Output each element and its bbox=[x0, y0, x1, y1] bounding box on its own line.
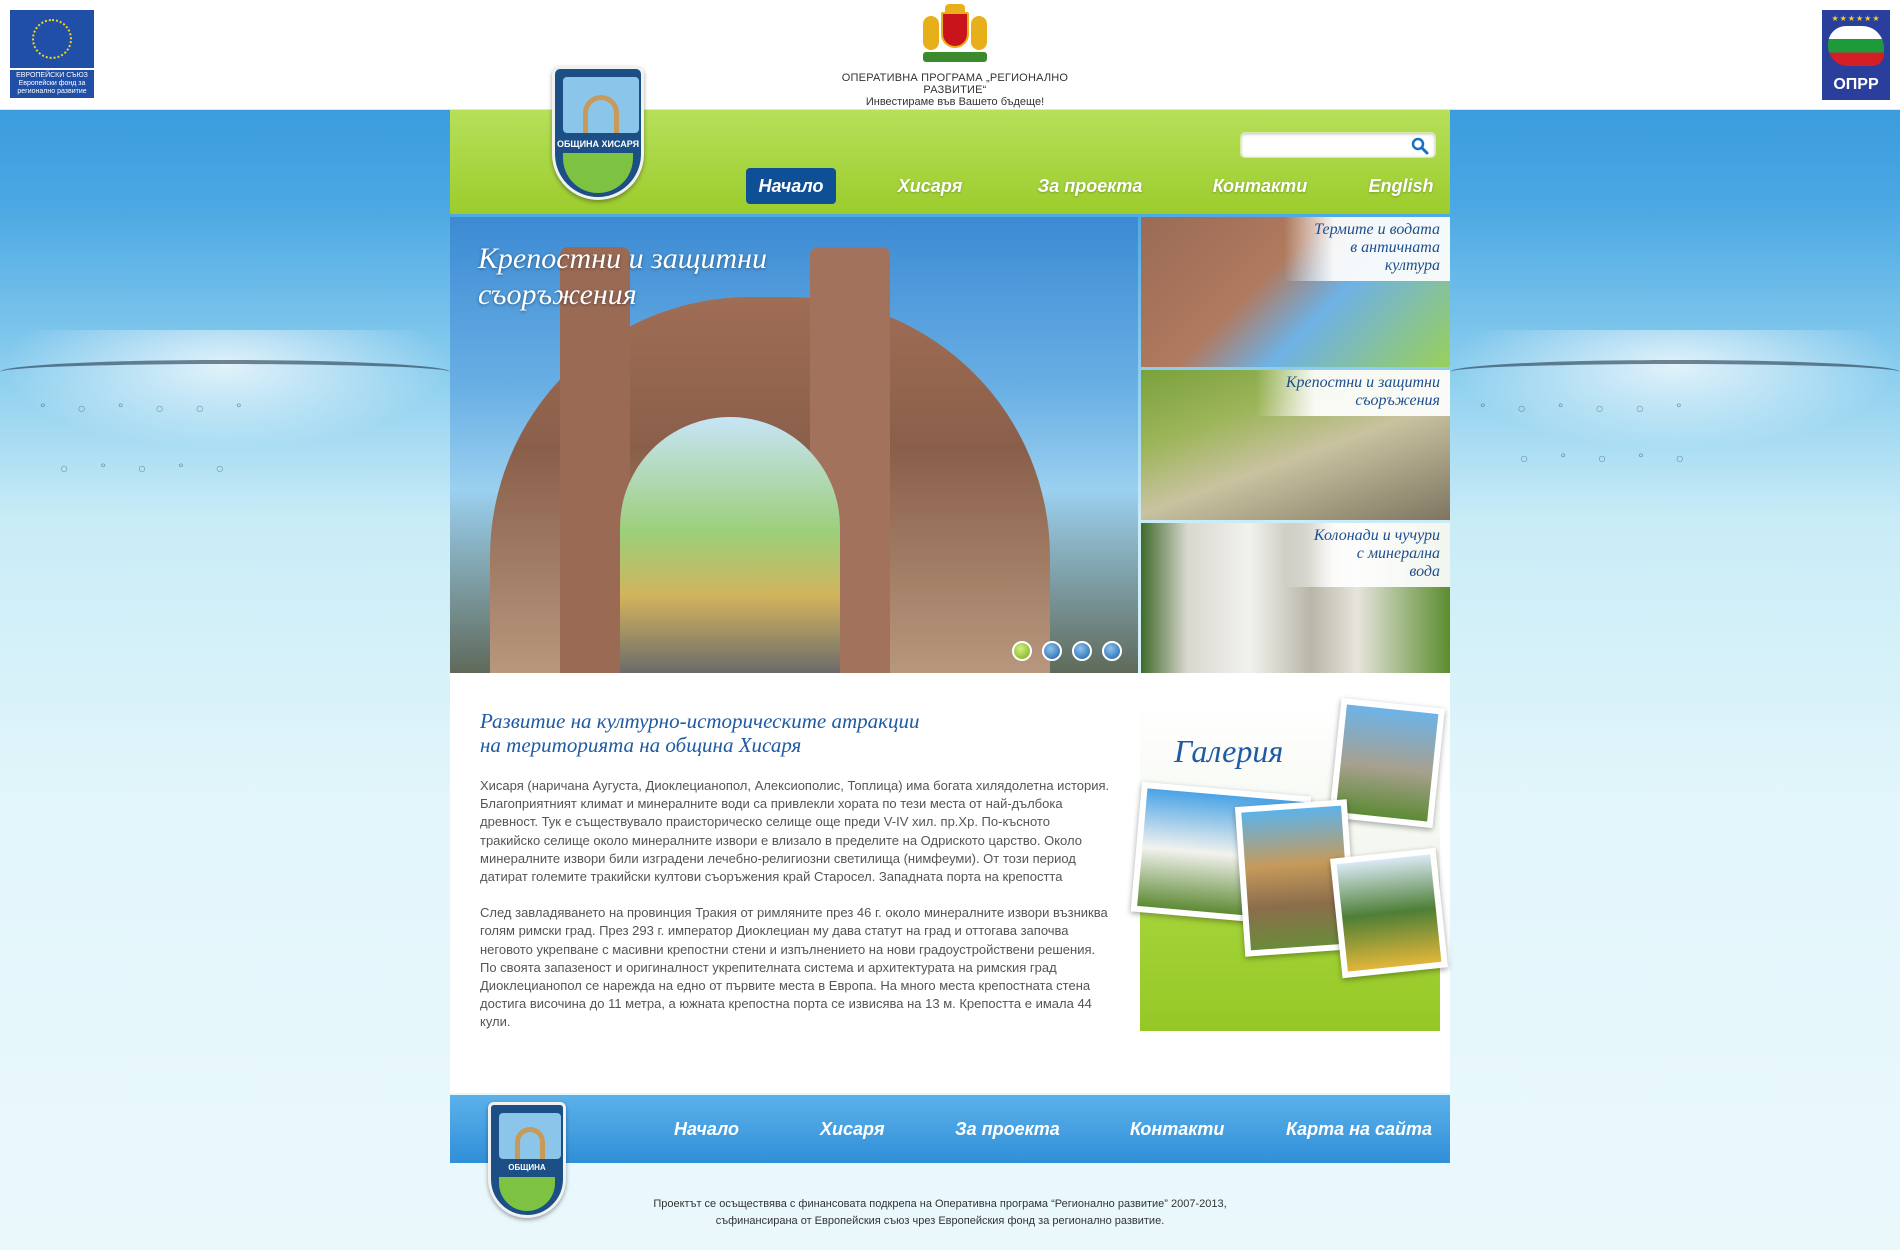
water-splash-left bbox=[0, 330, 450, 450]
slider-dot-4[interactable] bbox=[1102, 641, 1122, 661]
eu-caption: ЕВРОПЕЙСКИ СЪЮЗ Европейски фонд за регио… bbox=[10, 70, 94, 98]
thumb-thermae[interactable]: Термите и водата в античната култура bbox=[1141, 217, 1450, 367]
content-text: Хисаря (наричана Аугуста, Диоклецианопол… bbox=[480, 777, 1110, 1050]
operational-programme-logo: ОПЕРАТИВНА ПРОГРАМА „РЕГИОНАЛНО РАЗВИТИЕ… bbox=[810, 4, 1100, 108]
hero-slider[interactable]: Крепостни и защитни съоръжения bbox=[450, 217, 1138, 673]
slider-dot-2[interactable] bbox=[1042, 641, 1062, 661]
gallery-banner[interactable]: Галерия bbox=[1130, 697, 1448, 1031]
slide-title: Крепостни и защитни съоръжения bbox=[478, 242, 767, 311]
footer-nav-about-project[interactable]: За проекта bbox=[955, 1115, 1060, 1143]
programme-name: ОПЕРАТИВНА ПРОГРАМА „РЕГИОНАЛНО РАЗВИТИЕ… bbox=[841, 72, 1069, 96]
thumb-label: Термите и водата в античната култура bbox=[1284, 217, 1450, 281]
footer-crest-label: ОБЩИНА ХИСАРЯ bbox=[491, 1161, 563, 1186]
oprr-stars: ★★★★★★ bbox=[1831, 14, 1881, 23]
content-area: Развитие на културно-историческите атрак… bbox=[450, 673, 1450, 1093]
water-surface-right bbox=[1450, 360, 1900, 384]
footer-nav-sitemap[interactable]: Карта на сайта bbox=[1286, 1115, 1432, 1143]
nav-about-project[interactable]: За проекта bbox=[1030, 168, 1150, 204]
oprr-label: ОПРР bbox=[1833, 76, 1879, 93]
nav-contacts[interactable]: Контакти bbox=[1210, 168, 1310, 204]
footer-crest-logo[interactable]: ОБЩИНА ХИСАРЯ bbox=[486, 1102, 566, 1220]
top-logo-bar: ЕВРОПЕЙСКИ СЪЮЗ Европейски фонд за регио… bbox=[0, 0, 1900, 110]
programme-slogan: Инвестираме във Вашето бъдеще! bbox=[865, 96, 1045, 108]
search-icon[interactable] bbox=[1411, 137, 1429, 155]
content-title: Развитие на културно-историческите атрак… bbox=[480, 709, 920, 757]
water-surface-left bbox=[0, 360, 450, 384]
content-paragraph: След завладяването на провинция Тракия о… bbox=[480, 905, 1108, 1030]
search-box bbox=[1240, 132, 1436, 158]
eu-flag-icon bbox=[10, 10, 94, 68]
nav-hisarya[interactable]: Хисаря bbox=[890, 168, 970, 204]
eu-logo: ЕВРОПЕЙСКИ СЪЮЗ Европейски фонд за регио… bbox=[10, 10, 94, 98]
slider-dot-1[interactable] bbox=[1012, 641, 1032, 661]
footer-nav-home[interactable]: Начало bbox=[674, 1115, 739, 1143]
footer-funding-note: Проектът се осъществява с финансовата по… bbox=[653, 1198, 1227, 1227]
nav-english[interactable]: English bbox=[1364, 168, 1438, 204]
search-input[interactable] bbox=[1247, 136, 1407, 154]
oprr-logo: ★★★★★★ ОПРР bbox=[1822, 10, 1890, 100]
water-splash-right bbox=[1450, 330, 1900, 450]
bubbles-right: ° ○ ° ○ ○ ° bbox=[1480, 400, 1696, 416]
thumb-colonnades[interactable]: Колонади и чучури с минерална вода bbox=[1141, 523, 1450, 673]
main-container: Начало Хисаря За проекта Контакти Englis… bbox=[450, 66, 1450, 1250]
gallery-title: Галерия bbox=[1174, 733, 1284, 769]
footer-nav-band: Начало Хисаря За проекта Контакти Карта … bbox=[450, 1095, 1450, 1163]
bubbles-right-2: ○ ° ○ ° ○ bbox=[1520, 450, 1699, 466]
footer-nav-contacts[interactable]: Контакти bbox=[1130, 1115, 1224, 1143]
nav-home[interactable]: Начало bbox=[746, 168, 836, 204]
slider-dot-3[interactable] bbox=[1072, 641, 1092, 661]
thumb-fortifications[interactable]: Крепостни и защитни съоръжения bbox=[1141, 370, 1450, 520]
bubbles-left-2: ○ ° ○ ° ○ bbox=[60, 460, 239, 476]
gallery-photo bbox=[1330, 847, 1448, 979]
thumb-label: Колонади и чучури с минерална вода bbox=[1283, 523, 1450, 587]
crest-label: ОБЩИНА ХИСАРЯ bbox=[555, 137, 641, 151]
bulgarian-coat-of-arms-icon bbox=[917, 4, 993, 68]
municipality-crest-logo[interactable]: ОБЩИНА ХИСАРЯ bbox=[550, 66, 646, 204]
bulgaria-map-icon bbox=[1828, 26, 1884, 66]
footer-nav-hisarya[interactable]: Хисаря bbox=[820, 1115, 885, 1143]
content-paragraph: Хисаря (наричана Аугуста, Диоклецианопол… bbox=[480, 778, 1110, 885]
thumb-label: Крепостни и защитни съоръжения bbox=[1255, 370, 1450, 416]
bubbles-left: ° ○ ° ○ ○ ° bbox=[40, 400, 256, 416]
